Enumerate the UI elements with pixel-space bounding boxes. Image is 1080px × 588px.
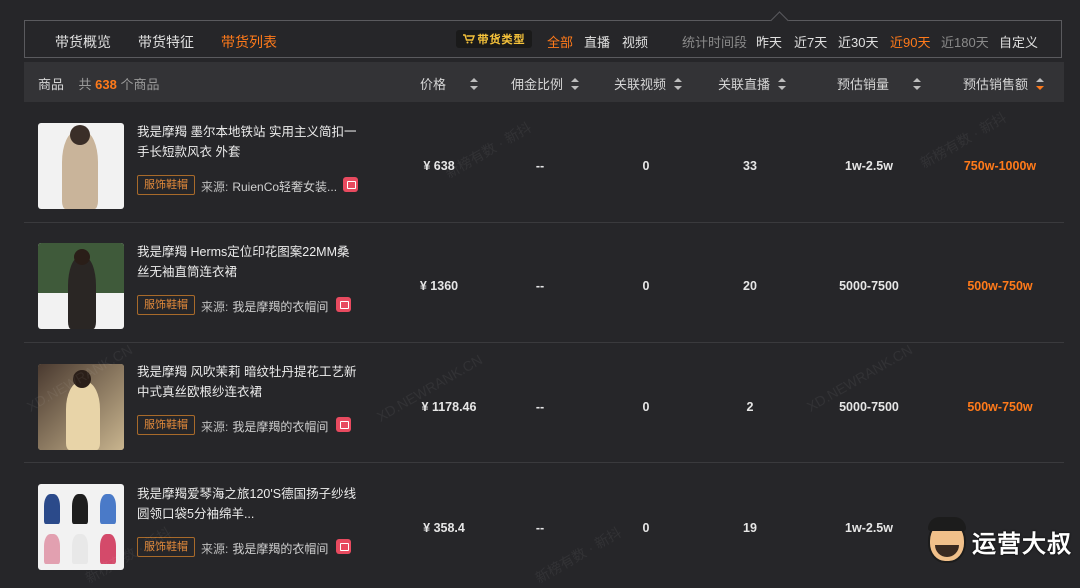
estimated-sales: 5000-7500 [839, 279, 899, 293]
sort-icon[interactable] [913, 78, 922, 90]
commission: -- [535, 521, 545, 535]
sort-icon[interactable] [571, 78, 580, 90]
estimated-revenue: 750w-1000w [963, 159, 1037, 173]
table-row[interactable]: 我是摩羯 Herms定位印花图案22MM桑丝无袖直筒连衣裙 服饰鞋帽 来源: 我是… [24, 223, 1064, 343]
product-title[interactable]: 我是摩羯 风吹茉莉 暗纹牡丹提花工艺新中式真丝欧根纱连衣裙 [137, 362, 357, 402]
commission: -- [535, 159, 545, 173]
related-lives: 2 [746, 400, 754, 414]
sort-icon[interactable] [778, 78, 787, 90]
time-range-label: 统计时间段 [682, 35, 748, 50]
column-lives[interactable]: 关联直播 [718, 74, 787, 93]
shop-icon[interactable] [336, 297, 351, 312]
tab-features[interactable]: 带货特征 [138, 32, 194, 52]
price: ¥ 1360 [419, 279, 459, 293]
type-filter-all[interactable]: 全部 [547, 32, 573, 51]
sales-type-badge: 带货类型 [456, 30, 532, 48]
column-sales[interactable]: 预估销量 [837, 74, 922, 93]
shop-icon[interactable] [343, 177, 358, 192]
table-row[interactable]: 我是摩羯爱琴海之旅120'S德国扬子纱线圆领口袋5分袖绵羊... 服饰鞋帽 来源… [24, 463, 1064, 583]
shop-icon[interactable] [336, 539, 351, 554]
category-tag: 服饰鞋帽 [137, 537, 195, 557]
sales-type-label: 带货类型 [477, 34, 526, 46]
product-count: 638 [95, 77, 117, 92]
related-lives: 19 [743, 521, 757, 535]
estimated-revenue: 500w-750w [967, 400, 1033, 414]
sort-icon[interactable] [674, 78, 683, 90]
time-filter-custom[interactable]: 自定义 [999, 32, 1038, 51]
shop-icon[interactable] [336, 417, 351, 432]
sort-icon[interactable] [1036, 78, 1045, 90]
product-thumbnail[interactable] [38, 123, 124, 209]
brand-name: 运营大叔 [972, 530, 1072, 558]
category-tag: 服饰鞋帽 [137, 415, 195, 435]
product-source: 来源: RuienCo轻奢女装... [201, 180, 338, 194]
estimated-sales: 1w-2.5w [845, 521, 893, 535]
table-row[interactable]: 我是摩羯 墨尔本地铁站 实用主义简扣一手长短款风衣 外套 服饰鞋帽 来源: Rui… [24, 103, 1064, 223]
product-thumbnail[interactable] [38, 243, 124, 329]
estimated-sales: 1w-2.5w [845, 159, 893, 173]
related-videos: 0 [642, 521, 650, 535]
product-column-header: 商品 共 638 个商品 [38, 77, 160, 92]
estimated-sales: 5000-7500 [839, 400, 899, 414]
related-videos: 0 [642, 159, 650, 173]
product-title[interactable]: 我是摩羯爱琴海之旅120'S德国扬子纱线圆领口袋5分袖绵羊... [137, 484, 357, 524]
type-filter-video[interactable]: 视频 [622, 32, 648, 51]
table-header: 商品 共 638 个商品 价格 佣金比例 关联视频 关联直播 预估销量 预估销售… [24, 62, 1064, 102]
time-filter-yesterday[interactable]: 昨天 [756, 32, 782, 51]
category-tag: 服饰鞋帽 [137, 295, 195, 315]
commission: -- [535, 279, 545, 293]
time-filter-7d[interactable]: 近7天 [794, 32, 827, 51]
time-filter-90d[interactable]: 近90天 [890, 32, 930, 51]
product-source: 来源: 我是摩羯的衣帽间 [201, 420, 329, 434]
brand-logo: 运营大叔 [928, 516, 1072, 566]
related-lives: 20 [743, 279, 757, 293]
time-filter-30d[interactable]: 近30天 [838, 32, 878, 51]
cart-icon [462, 34, 475, 44]
price: ¥ 638 [423, 159, 455, 173]
product-thumbnail[interactable] [38, 484, 124, 570]
sort-icon[interactable] [470, 78, 479, 90]
product-thumbnail[interactable] [38, 364, 124, 450]
column-revenue[interactable]: 预估销售额 [963, 74, 1045, 93]
tab-list[interactable]: 带货列表 [221, 32, 277, 52]
dropdown-notch [770, 11, 789, 30]
column-commission[interactable]: 佣金比例 [511, 74, 580, 93]
related-lives: 33 [743, 159, 757, 173]
filter-bar: 带货概览 带货特征 带货列表 带货类型 全部 直播 视频 统计时间段 昨天 近7… [24, 11, 1062, 58]
product-source: 来源: 我是摩羯的衣帽间 [201, 542, 329, 556]
table-row[interactable]: 我是摩羯 风吹茉莉 暗纹牡丹提花工艺新中式真丝欧根纱连衣裙 服饰鞋帽 来源: 我是… [24, 343, 1064, 463]
price: ¥ 1178.46 [421, 400, 477, 414]
price: ¥ 358.4 [423, 521, 465, 535]
commission: -- [535, 400, 545, 414]
column-price[interactable]: 价格 [420, 74, 479, 93]
category-tag: 服饰鞋帽 [137, 175, 195, 195]
column-videos[interactable]: 关联视频 [614, 74, 683, 93]
avatar-icon [928, 517, 966, 563]
type-filter-live[interactable]: 直播 [584, 32, 610, 51]
related-videos: 0 [642, 279, 650, 293]
estimated-revenue: 500w-750w [967, 279, 1033, 293]
product-title[interactable]: 我是摩羯 墨尔本地铁站 实用主义简扣一手长短款风衣 外套 [137, 122, 357, 162]
time-filter-180d[interactable]: 近180天 [941, 32, 989, 51]
product-source: 来源: 我是摩羯的衣帽间 [201, 300, 329, 314]
product-title[interactable]: 我是摩羯 Herms定位印花图案22MM桑丝无袖直筒连衣裙 [137, 242, 357, 282]
tab-overview[interactable]: 带货概览 [55, 32, 111, 52]
related-videos: 0 [642, 400, 650, 414]
